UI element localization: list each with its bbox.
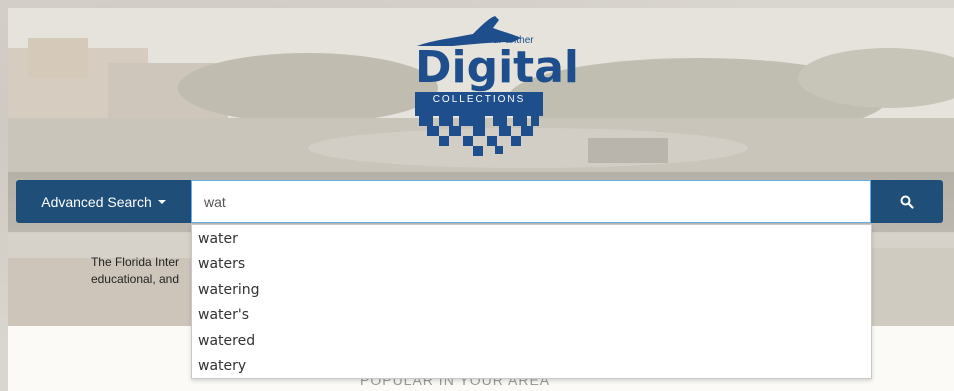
intro-line-2: educational, and [90,272,180,286]
search-icon [900,195,914,209]
suggestion-item[interactable]: waters [192,252,871,277]
logo-collections-bar: COLLECTIONS [415,92,543,108]
logo-pixel-blocks [415,108,543,156]
digital-collections-logo[interactable]: dPanther Digital COLLECTIONS [413,12,579,162]
intro-line-1: The Florida Inter [90,255,180,269]
suggestion-item[interactable]: water [192,227,871,252]
autocomplete-dropdown: water waters watering water's watered wa… [191,224,872,379]
advanced-search-label: Advanced Search [41,193,152,210]
caret-down-icon [157,199,166,204]
advanced-search-button[interactable]: Advanced Search [16,180,191,223]
suggestion-item[interactable]: watered [192,329,871,354]
intro-text: The Florida Inter educational, and [70,254,200,288]
suggestion-item[interactable]: water's [192,303,871,328]
suggestion-item[interactable]: watering [192,278,871,303]
logo-digital-text: Digital [415,42,579,93]
search-button[interactable] [871,180,943,223]
suggestion-item[interactable]: watery [192,354,871,379]
search-input[interactable] [191,180,871,223]
